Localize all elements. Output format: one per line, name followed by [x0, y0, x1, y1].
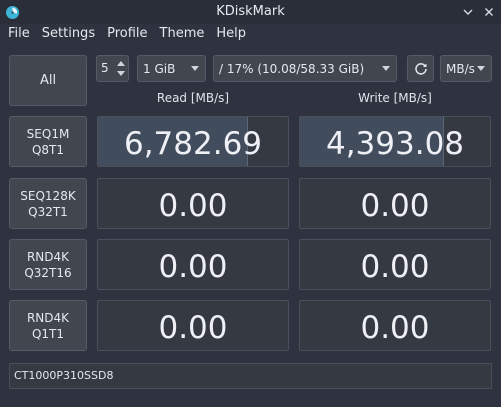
write-value: 4,393.08: [325, 126, 465, 162]
read-result: 6,782.69: [97, 116, 289, 167]
test-name: RND4K: [26, 249, 70, 264]
refresh-button[interactable]: [407, 55, 434, 82]
close-button[interactable]: [481, 4, 497, 20]
read-value: 0.00: [158, 188, 228, 224]
test-button-rnd4k-q1t1[interactable]: RND4K Q1T1: [9, 300, 87, 351]
test-button-rnd4k-q32t16[interactable]: RND4K Q32T16: [9, 239, 87, 290]
read-value: 0.00: [158, 310, 228, 346]
test-params: Q32T16: [24, 265, 72, 280]
test-button-seq128k[interactable]: SEQ128K Q32T1: [9, 178, 87, 229]
read-value: 0.00: [158, 249, 228, 285]
menu-bar: File Settings Profile Theme Help: [0, 24, 501, 44]
unit-select[interactable]: MB/s: [440, 55, 492, 82]
read-value: 6,782.69: [123, 126, 263, 162]
write-value: 0.00: [360, 310, 430, 346]
chevron-down-icon: [463, 9, 473, 15]
test-name: RND4K: [26, 310, 70, 325]
chevron-down-icon: [477, 66, 485, 71]
refresh-icon: [414, 62, 427, 75]
run-all-button[interactable]: All: [9, 55, 87, 106]
test-name: SEQ128K: [20, 188, 76, 203]
menu-file[interactable]: File: [8, 25, 30, 43]
write-result: 4,393.08: [299, 116, 491, 167]
test-name: SEQ1M: [26, 126, 70, 141]
write-result: 0.00: [299, 300, 491, 351]
write-column-header: Write [MB/s]: [358, 91, 432, 105]
chevron-down-icon: [191, 66, 199, 71]
read-result: 0.00: [97, 300, 289, 351]
unit-value: MB/s: [446, 61, 475, 76]
menu-settings[interactable]: Settings: [42, 25, 95, 43]
title-bar: KDiskMark: [0, 0, 501, 24]
write-result: 0.00: [299, 178, 491, 229]
device-name-field[interactable]: CT1000P310SSD8: [9, 363, 492, 389]
window-title: KDiskMark: [216, 4, 285, 19]
minimize-button[interactable]: [460, 4, 476, 20]
read-result: 0.00: [97, 239, 289, 290]
decrement-button[interactable]: [116, 69, 126, 79]
write-value: 0.00: [360, 188, 430, 224]
read-result: 0.00: [97, 178, 289, 229]
test-params: Q32T1: [28, 204, 68, 219]
test-params: Q8T1: [31, 142, 65, 157]
file-size-select[interactable]: 1 GiB: [137, 55, 206, 82]
chevron-down-icon: [382, 66, 390, 71]
storage-select[interactable]: / 17% (10.08/58.33 GiB): [213, 55, 397, 82]
runs-spinbox[interactable]: 5: [96, 55, 129, 82]
file-size-value: 1 GiB: [143, 61, 176, 76]
increment-button[interactable]: [116, 58, 126, 68]
read-column-header: Read [MB/s]: [156, 91, 230, 105]
test-button-seq1m[interactable]: SEQ1M Q8T1: [9, 116, 87, 167]
runs-value: 5: [101, 61, 109, 75]
menu-help[interactable]: Help: [216, 25, 246, 43]
arrow-up-icon: [117, 61, 125, 66]
arrow-down-icon: [117, 71, 125, 76]
write-result: 0.00: [299, 239, 491, 290]
close-icon: [485, 8, 493, 16]
write-value: 0.00: [360, 249, 430, 285]
menu-profile[interactable]: Profile: [107, 25, 147, 43]
test-params: Q1T1: [31, 326, 65, 341]
storage-value: / 17% (10.08/58.33 GiB): [219, 61, 365, 76]
menu-theme[interactable]: Theme: [160, 25, 205, 43]
